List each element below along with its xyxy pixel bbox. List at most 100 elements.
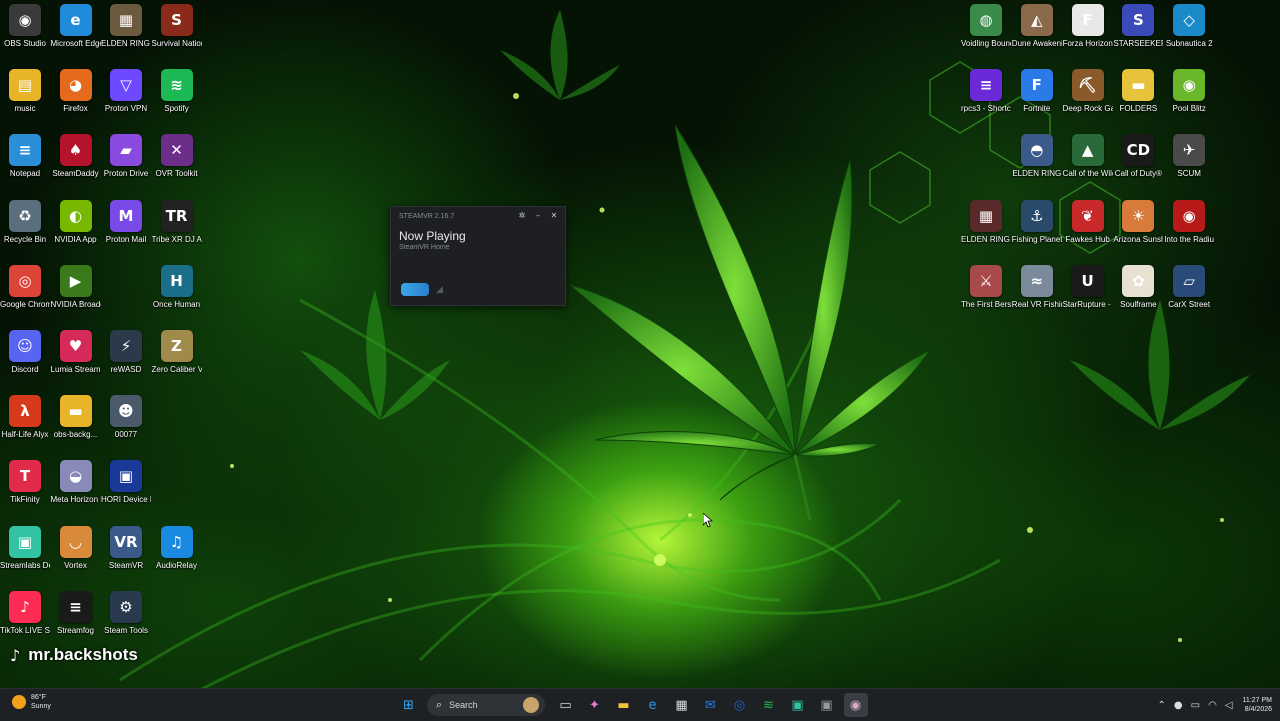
desktop-shortcut[interactable]: ✈ SCUM <box>1164 130 1214 179</box>
headset-status-icon[interactable] <box>401 283 429 296</box>
desktop-shortcut[interactable]: ◇ Subnautica 2 <box>1164 0 1214 49</box>
desktop-shortcut[interactable]: ▦ ELDEN RING - ArtBook ... <box>101 0 151 49</box>
desktop-shortcut[interactable]: S Survival Nation <box>152 0 202 49</box>
shortcut-label: Fishing Planet <box>1011 234 1062 244</box>
desktop-shortcut[interactable]: ⚔ The First Berserke... <box>961 261 1011 310</box>
volume-icon[interactable]: ◁ <box>1225 700 1233 711</box>
shortcut-label: Proton Drive <box>103 169 149 179</box>
desktop-shortcut[interactable]: CD Call of Duty® <box>1113 130 1163 179</box>
display-icon[interactable]: ▭ <box>1191 700 1200 711</box>
desktop-shortcut[interactable]: ◭ Dune Awakening <box>1012 0 1062 49</box>
terminal-icon[interactable]: ▣ <box>815 693 839 717</box>
start-windows-icon[interactable]: ⊞ <box>397 693 421 717</box>
desktop-shortcut[interactable]: ♠ SteamDaddy <box>51 130 101 179</box>
shortcut-label: SCUM <box>1177 169 1201 179</box>
desktop-shortcut[interactable]: ◉ Pool Blitz <box>1164 65 1214 114</box>
shortcut-label: Meta Horizon Link <box>50 495 101 505</box>
desktop-shortcut[interactable]: ☻ 00077 <box>101 391 151 440</box>
taskbar-search-box[interactable]: ⌕ Search <box>427 694 545 716</box>
desktop-shortcut[interactable]: ⛏ Deep Rock Galactic <box>1063 65 1113 114</box>
desktop-shortcut[interactable]: ▤ music <box>0 65 50 114</box>
desktop-shortcut[interactable]: ◎ Google Chrome <box>0 261 50 310</box>
desktop-shortcut[interactable]: ✕ OVR Toolkit <box>152 130 202 179</box>
desktop-shortcut[interactable]: ◉ Into the Radius VR <box>1164 196 1214 245</box>
desktop-shortcut[interactable]: ▲ Call of the Wild Th... <box>1063 130 1113 179</box>
minimize-button[interactable]: – <box>532 210 544 222</box>
desktop-shortcut[interactable]: ▦ ELDEN RING - Adventu... <box>961 196 1011 245</box>
steamvr-status-window[interactable]: STEAMVR 2.16.7 ✲ – ✕ Now Playing SteamVR… <box>390 206 566 306</box>
call-of-the-wild-icon: ▲ <box>1071 134 1104 167</box>
microsoft-store-icon[interactable]: ▦ <box>670 693 694 717</box>
desktop-shortcut[interactable]: H Once Human <box>152 261 202 310</box>
desktop-shortcut[interactable]: ⚡ reWASD <box>101 326 151 375</box>
desktop-shortcut[interactable]: ♪ TikTok LIVE Studio <box>0 587 50 636</box>
desktop-shortcut[interactable]: ▱ CarX Street <box>1164 261 1214 310</box>
desktop-shortcut[interactable]: ◕ Firefox <box>51 65 101 114</box>
desktop-shortcut[interactable]: ◒ Meta Horizon Link <box>51 456 101 505</box>
desktop-shortcut[interactable]: Z Zero Caliber VR <box>152 326 202 375</box>
desktop-shortcut[interactable]: VR SteamVR <box>101 522 151 571</box>
desktop-shortcut[interactable]: ♫ AudioRelay <box>152 522 202 571</box>
desktop-shortcut[interactable]: ◉ OBS Studio <box>0 0 50 49</box>
desktop-shortcut[interactable]: TR Tribe XR DJ Academy <box>152 196 202 245</box>
desktop-shortcut[interactable]: ≡ rpcs3 - Shortcut <box>961 65 1011 114</box>
desktop-shortcut[interactable]: U StarRupture - Shortcut <box>1063 261 1113 310</box>
desktop-shortcut[interactable]: ▶ NVIDIA Broadcast <box>51 261 101 310</box>
dune-awakening-icon: ◭ <box>1020 4 1053 36</box>
chevron-up-icon[interactable]: ⌃ <box>1158 700 1166 711</box>
desktop-shortcut[interactable]: ⚓ Fishing Planet <box>1012 196 1062 245</box>
desktop-shortcut[interactable]: ▰ Proton Drive <box>101 130 151 179</box>
subnautica-icon: ◇ <box>1173 4 1206 36</box>
desktop-shortcut[interactable]: F Fortnite <box>1012 65 1062 114</box>
desktop-shortcut[interactable]: ≡ Streamfog <box>51 587 101 636</box>
desktop-shortcut[interactable]: ≈ Real VR Fishing <box>1012 261 1062 310</box>
desktop-shortcut[interactable]: ▽ Proton VPN <box>101 65 151 114</box>
steamvr-titlebar[interactable]: STEAMVR 2.16.7 ✲ – ✕ <box>391 207 565 225</box>
streamlabs-taskbar-icon[interactable]: ▣ <box>786 693 810 717</box>
pin-icon[interactable]: ✲ <box>516 210 528 222</box>
desktop-shortcut[interactable]: ≋ Spotify <box>152 65 202 114</box>
desktop-shortcut[interactable]: M Proton Mail <box>101 196 151 245</box>
desktop-shortcut[interactable]: ❦ Fawkes Hub <box>1063 196 1113 245</box>
weather-widget[interactable]: 86°F Sunny <box>12 693 51 711</box>
desktop-shortcut[interactable]: ◐ NVIDIA App <box>51 196 101 245</box>
desktop-shortcut[interactable]: ◍ Voidling Bound <box>961 0 1011 49</box>
desktop-shortcut[interactable]: ◓ ELDEN RING <box>1012 130 1062 179</box>
outlook-icon[interactable]: ✉ <box>699 693 723 717</box>
close-button[interactable]: ✕ <box>548 210 560 222</box>
desktop-shortcut[interactable]: F Forza Horizon 6 <box>1063 0 1113 49</box>
desktop-shortcut[interactable]: ♻ Recycle Bin <box>0 196 50 245</box>
desktop-shortcut[interactable]: T TikFinity <box>0 456 50 505</box>
desktop-shortcut[interactable]: ⚙ Steam Tools <box>101 587 151 636</box>
desktop-shortcut[interactable]: ♥ Lumia Stream <box>51 326 101 375</box>
controller-status-icon[interactable]: ◢ <box>436 285 443 295</box>
task-view-icon[interactable]: ▭ <box>554 693 578 717</box>
desktop-shortcut[interactable]: ≡ Notepad <box>0 130 50 179</box>
obs-taskbar-icon[interactable]: ◉ <box>843 693 868 717</box>
shortcut-label: AudioRelay <box>156 560 197 570</box>
desktop-shortcut[interactable]: ▬ obs-backg... <box>51 391 101 440</box>
file-explorer-icon[interactable]: ▬ <box>612 693 636 717</box>
desktop-shortcut[interactable]: λ Half-Life Alyx <box>0 391 50 440</box>
shortcut-label: Tribe XR DJ Academy <box>151 234 202 244</box>
clock[interactable]: 11:27 PM 8/4/2026 <box>1243 696 1272 714</box>
edge-taskbar-icon[interactable]: e <box>641 693 665 717</box>
desktop-shortcut[interactable]: e Microsoft Edge <box>51 0 101 49</box>
desktop-shortcut[interactable]: ✿ Soulframe <box>1113 261 1163 310</box>
desktop-shortcut[interactable]: ▬ FOLDERS <box>1113 65 1163 114</box>
desktop-shortcut[interactable]: ▣ HORI Device Manager <box>101 456 151 505</box>
desktop-shortcut[interactable]: ☀ Arizona Sunshine... <box>1113 196 1163 245</box>
tikfinity-icon: T <box>9 460 41 493</box>
desktop-shortcut[interactable]: ☺ Discord <box>0 326 50 375</box>
desktop-shortcut[interactable]: S STARSEEKER Astroneer... <box>1113 0 1163 49</box>
spotify-taskbar-icon[interactable]: ≋ <box>757 693 781 717</box>
desktop-shortcut[interactable]: ▣ Streamlabs Desktop <box>0 522 50 571</box>
wifi-icon[interactable]: ◠ <box>1208 700 1217 711</box>
chrome-taskbar-icon[interactable]: ◎ <box>728 693 752 717</box>
pool-blitz-icon: ◉ <box>1173 69 1206 102</box>
nvidia-app-icon: ◐ <box>59 199 92 232</box>
weather-temperature: 86°F <box>31 694 46 701</box>
copilot-icon[interactable]: ✦ <box>583 693 607 717</box>
desktop-shortcut[interactable]: ◡ Vortex <box>51 522 101 571</box>
microphone-icon[interactable]: ● <box>1174 700 1183 711</box>
